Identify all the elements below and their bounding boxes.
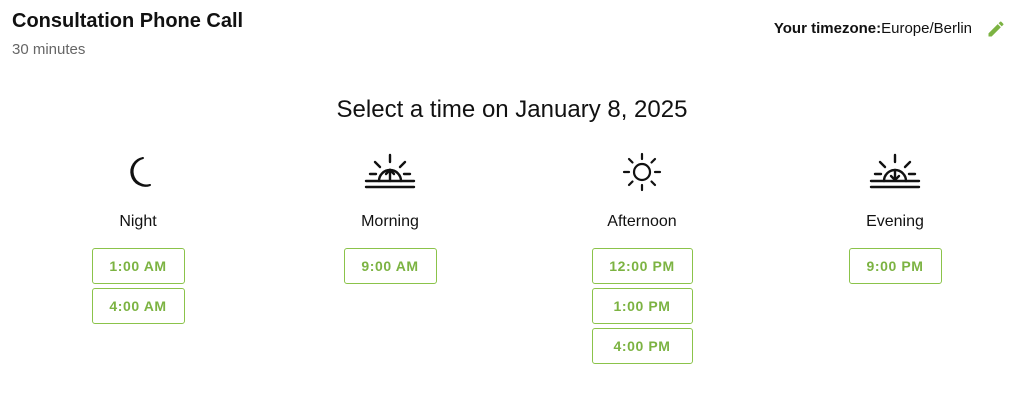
time-slot-button[interactable]: 1:00 AM [91,248,185,284]
moon-icon [130,157,151,187]
period-label: Night [119,213,157,230]
slot-list: 9:00 PM [848,248,942,288]
timezone-value: Europe/Berlin [881,20,972,37]
period-evening: Evening 9:00 PM [795,150,995,288]
slot-list: 12:00 PM 1:00 PM 4:00 PM [591,248,693,368]
time-slot-button[interactable]: 9:00 AM [343,248,437,284]
time-slot-button[interactable]: 4:00 AM [91,288,185,324]
event-duration: 30 minutes [12,41,86,58]
period-label: Evening [866,213,924,230]
timezone-display: Your timezone: Europe/Berlin [774,20,972,37]
booking-page: Consultation Phone Call 30 minutes Your … [0,0,1024,416]
event-title: Consultation Phone Call [12,10,244,32]
time-slot-button[interactable]: 1:00 PM [591,288,693,324]
period-night: Night 1:00 AM 4:00 AM [38,150,238,328]
sunset-icon [869,153,921,189]
period-afternoon: Afternoon 12:00 PM 1:00 PM 4:00 PM [542,150,742,368]
pencil-icon [988,21,1004,37]
time-slot-button[interactable]: 9:00 PM [848,248,942,284]
period-label: Afternoon [607,213,677,230]
sunrise-icon [364,153,416,189]
edit-timezone-button[interactable] [984,17,1008,41]
slot-list: 1:00 AM 4:00 AM [91,248,185,328]
timezone-label: Your timezone: [773,20,882,37]
period-morning: Morning 9:00 AM [290,150,490,288]
period-label: Morning [361,213,419,230]
time-slot-button[interactable]: 4:00 PM [591,328,693,364]
time-slot-button[interactable]: 12:00 PM [591,248,693,284]
date-heading: Select a time on January 8, 2025 [336,96,688,123]
slot-list: 9:00 AM [343,248,437,288]
sun-icon [622,152,662,192]
